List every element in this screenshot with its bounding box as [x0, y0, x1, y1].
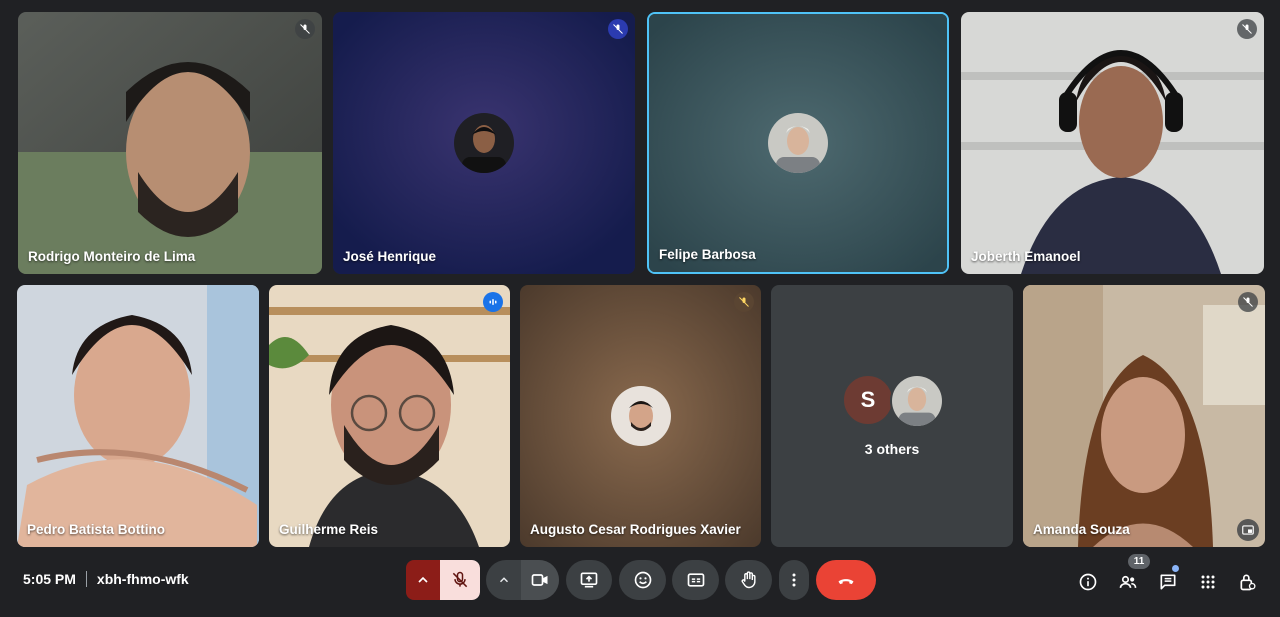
others-label: 3 others: [864, 441, 920, 457]
info-icon[interactable]: [1076, 570, 1100, 594]
others-tile[interactable]: S 3 others: [771, 285, 1013, 547]
avatar: [454, 113, 514, 173]
participant-tile-jose[interactable]: José Henrique: [333, 12, 635, 274]
leave-call-button[interactable]: [816, 560, 876, 600]
meeting-code: xbh-fhmo-wfk: [96, 571, 189, 587]
avatar: [610, 386, 671, 446]
mic-off-icon: [608, 19, 628, 39]
video-feed: [18, 12, 322, 274]
captions-icon: [687, 573, 704, 587]
camera-group: [486, 560, 559, 600]
avatar-initial: S: [860, 387, 876, 412]
mic-group: [406, 560, 480, 600]
mic-options-button[interactable]: [406, 560, 440, 600]
participant-tile-joberth[interactable]: Joberth Emanoel: [961, 12, 1264, 274]
participant-name: Pedro Batista Bottino: [27, 522, 166, 537]
meeting-time: 5:05 PM: [23, 571, 76, 587]
speaking-indicator-icon: [483, 292, 503, 312]
avatar: [768, 113, 828, 173]
participant-tile-augusto[interactable]: Augusto Cesar Rodrigues Xavier: [520, 285, 761, 547]
mic-off-icon: [452, 571, 468, 588]
participant-name: Felipe Barbosa: [659, 247, 756, 262]
mic-off-icon: [734, 292, 754, 312]
participant-tile-rodrigo[interactable]: Rodrigo Monteiro de Lima: [18, 12, 322, 274]
participant-name: Rodrigo Monteiro de Lima: [28, 249, 196, 264]
meeting-controls-bar: 5:05 PM xbh-fhmo-wfk: [0, 556, 1280, 604]
mic-off-icon: [1237, 19, 1257, 39]
call-end-icon: [838, 579, 854, 585]
people-icon[interactable]: [1116, 570, 1140, 594]
present-button[interactable]: [566, 560, 612, 600]
reactions-button[interactable]: [619, 560, 666, 600]
more-vert-icon: [792, 573, 796, 587]
host-controls-icon[interactable]: [1236, 570, 1260, 594]
hand-icon: [741, 571, 756, 589]
emoji-icon: [634, 571, 651, 589]
chevron-up-icon: [418, 576, 428, 583]
participant-name: Amanda Souza: [1033, 522, 1130, 537]
video-feed: [1023, 285, 1265, 547]
meeting-info: 5:05 PM xbh-fhmo-wfk: [23, 571, 189, 587]
mic-off-icon: [1238, 292, 1258, 312]
camera-toggle-button[interactable]: [520, 560, 559, 600]
participant-tile-amanda[interactable]: Amanda Souza: [1023, 285, 1265, 547]
chevron-up-icon: [499, 577, 508, 583]
video-feed: [17, 285, 259, 547]
participant-name: José Henrique: [343, 249, 437, 264]
videocam-icon: [531, 574, 547, 586]
more-options-button[interactable]: [779, 560, 809, 600]
mic-toggle-button[interactable]: [440, 560, 480, 600]
mic-off-icon: [295, 19, 315, 39]
camera-options-button[interactable]: [487, 560, 521, 600]
participant-name: Guilherme Reis: [279, 522, 379, 537]
chat-unread-dot: [1172, 565, 1179, 572]
activities-icon[interactable]: [1196, 570, 1220, 594]
divider: [85, 571, 87, 587]
participant-tile-pedro[interactable]: Pedro Batista Bottino: [17, 285, 259, 547]
participant-name: Augusto Cesar Rodrigues Xavier: [530, 522, 741, 537]
others-avatar-letter: S: [842, 374, 894, 426]
participant-tile-guilherme[interactable]: Guilherme Reis: [269, 285, 510, 547]
others-avatar-photo: [890, 374, 944, 428]
video-feed: [961, 12, 1264, 274]
video-feed: [269, 285, 510, 547]
raise-hand-button[interactable]: [725, 560, 772, 600]
chat-icon[interactable]: [1156, 570, 1180, 594]
captions-button[interactable]: [672, 560, 719, 600]
people-count-badge: 11: [1128, 554, 1150, 569]
picture-in-picture-icon[interactable]: [1237, 519, 1259, 541]
present-screen-icon: [580, 572, 598, 588]
participant-name: Joberth Emanoel: [971, 249, 1081, 264]
participant-tile-felipe[interactable]: Felipe Barbosa: [647, 12, 949, 274]
